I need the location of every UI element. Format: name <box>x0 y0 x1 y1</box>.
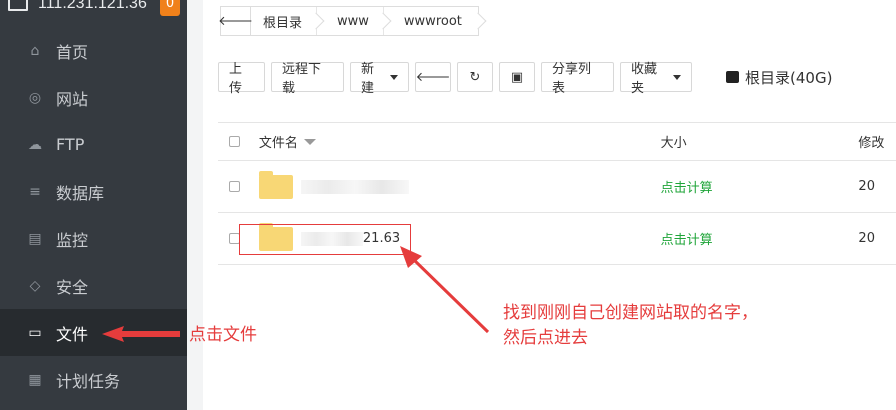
sidebar-item-label: 安全 <box>56 277 89 297</box>
monitor-icon <box>8 0 28 11</box>
name-column-label: 文件名 <box>258 136 298 151</box>
annotation-folder-hint-line1: 找到刚刚自己创建网站取的名字， <box>503 303 758 323</box>
share-list-button[interactable]: 分享列表 <box>541 62 614 96</box>
annotation-click-files: 点击文件 <box>189 325 257 345</box>
modified-date: 20 <box>858 179 875 194</box>
terminal-button[interactable]: ▣ <box>499 62 535 92</box>
monitor-chart-icon: ▤ <box>28 230 42 247</box>
database-icon: ≡ <box>29 183 41 200</box>
calculate-size-link[interactable]: 点击计算 <box>661 229 859 248</box>
calendar-icon: ▦ <box>28 371 42 388</box>
folder-icon: ▭ <box>28 324 42 341</box>
sidebar-item-home[interactable]: ⌂ 首页 <box>0 27 187 74</box>
redacted-folder-name <box>300 179 409 194</box>
hard-disk-icon <box>726 71 739 83</box>
caret-down-icon <box>390 74 398 80</box>
annotation-folder-hint-line2: 然后点进去 <box>503 328 588 348</box>
new-button-label: 新建 <box>361 62 375 96</box>
sidebar-item-ftp[interactable]: ☁ FTP <box>0 121 187 168</box>
sidebar-item-cron[interactable]: ▦ 计划任务 <box>0 356 187 403</box>
modified-column-header[interactable]: 修改 <box>858 132 896 151</box>
row-checkbox[interactable] <box>229 181 240 192</box>
sidebar-item-monitor[interactable]: ▤ 监控 <box>0 215 187 262</box>
table-header: 文件名 大小 修改 <box>218 123 896 161</box>
disk-label: 根目录(40G) <box>745 68 833 87</box>
notification-badge[interactable]: 0 <box>160 0 180 16</box>
arrow-left-icon: 🡐 <box>415 70 451 85</box>
size-column-header[interactable]: 大小 <box>661 132 859 151</box>
remote-download-button[interactable]: 远程下载 <box>271 62 344 96</box>
sidebar-item-database[interactable]: ≡ 数据库 <box>0 168 187 215</box>
disk-indicator[interactable]: 根目录(40G) <box>726 67 832 88</box>
name-column-header[interactable]: 文件名 <box>259 132 661 151</box>
select-all-checkbox[interactable] <box>229 136 240 147</box>
home-icon: ⌂ <box>30 42 40 59</box>
sidebar-item-label: 数据库 <box>56 183 105 203</box>
sidebar-item-security[interactable]: ◇ 安全 <box>0 262 187 309</box>
refresh-button[interactable]: ↻ <box>457 62 493 92</box>
table-row[interactable]: 点击计算 20 <box>218 161 896 213</box>
sidebar: 111.231.121.36 0 ⌂ 首页 ◎ 网站 ☁ FTP ≡ 数据库 ▤… <box>0 0 187 410</box>
highlight-box <box>239 224 411 255</box>
server-ip: 111.231.121.36 <box>38 0 147 12</box>
sidebar-item-label: 文件 <box>56 324 89 344</box>
new-dropdown-button[interactable]: 新建 <box>350 62 409 96</box>
calculate-size-link[interactable]: 点击计算 <box>661 177 859 196</box>
globe-icon: ◎ <box>28 89 42 106</box>
sort-down-icon <box>303 138 316 145</box>
modified-date: 20 <box>858 231 875 246</box>
breadcrumb-item-wwwroot[interactable]: wwwroot <box>384 7 478 35</box>
server-info: 111.231.121.36 0 <box>0 0 187 16</box>
folder-icon <box>258 170 293 199</box>
caret-down-icon <box>673 74 681 80</box>
sidebar-item-files[interactable]: ▭ 文件 <box>0 309 187 356</box>
sidebar-item-label: FTP <box>56 135 85 154</box>
breadcrumb-back-icon[interactable]: 🡐 <box>218 7 253 35</box>
sidebar-item-website[interactable]: ◎ 网站 <box>0 74 187 121</box>
shield-icon: ◇ <box>29 277 41 294</box>
file-name-cell[interactable] <box>258 170 661 199</box>
breadcrumb-item-www[interactable]: www <box>317 7 384 35</box>
terminal-icon: ▣ <box>510 69 524 85</box>
favorites-label: 收藏夹 <box>631 62 658 96</box>
sidebar-item-label: 计划任务 <box>56 371 121 391</box>
content-gutter <box>187 0 203 410</box>
breadcrumb-item-root[interactable]: 根目录 <box>251 7 318 35</box>
upload-button[interactable]: 上传 <box>218 62 265 96</box>
breadcrumb: 🡐 根目录 www wwwroot <box>218 6 479 36</box>
favorites-dropdown-button[interactable]: 收藏夹 <box>620 62 692 96</box>
ftp-icon: ☁ <box>28 136 42 153</box>
sidebar-item-label: 监控 <box>56 230 89 250</box>
refresh-icon: ↻ <box>469 69 481 85</box>
back-button[interactable]: 🡐 <box>415 62 451 92</box>
toolbar: 上传 远程下载 新建 🡐 ↻ ▣ 分享列表 收藏夹 根目录(40G) <box>218 62 832 96</box>
file-manager: 🡐 根目录 www wwwroot 上传 远程下载 新建 🡐 ↻ ▣ 分享列表 … <box>203 0 896 410</box>
sidebar-item-label: 网站 <box>56 89 89 109</box>
sidebar-item-label: 首页 <box>56 42 89 62</box>
